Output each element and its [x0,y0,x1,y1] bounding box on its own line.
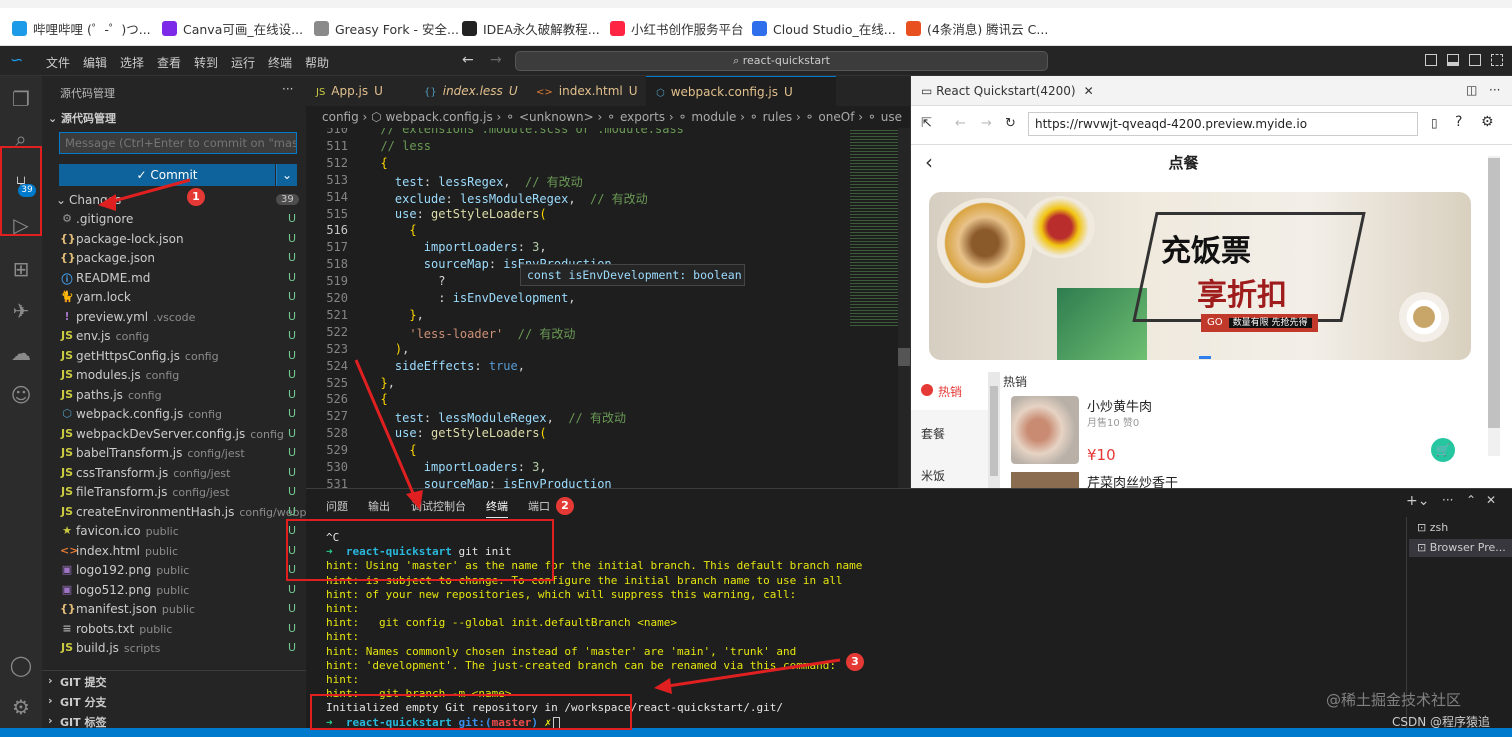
annotation-badge-2: 2 [556,497,574,515]
arrowhead-3 [654,678,672,694]
arrow-1 [109,178,191,204]
annotation-badge-1: 1 [187,188,205,206]
annotation-arrows [98,178,841,694]
arrowhead-2 [406,490,423,510]
arrow-3 [667,658,841,688]
annotation-badge-3: 3 [846,653,864,671]
arrow-2 [354,359,417,499]
arrowhead-1 [98,194,116,211]
